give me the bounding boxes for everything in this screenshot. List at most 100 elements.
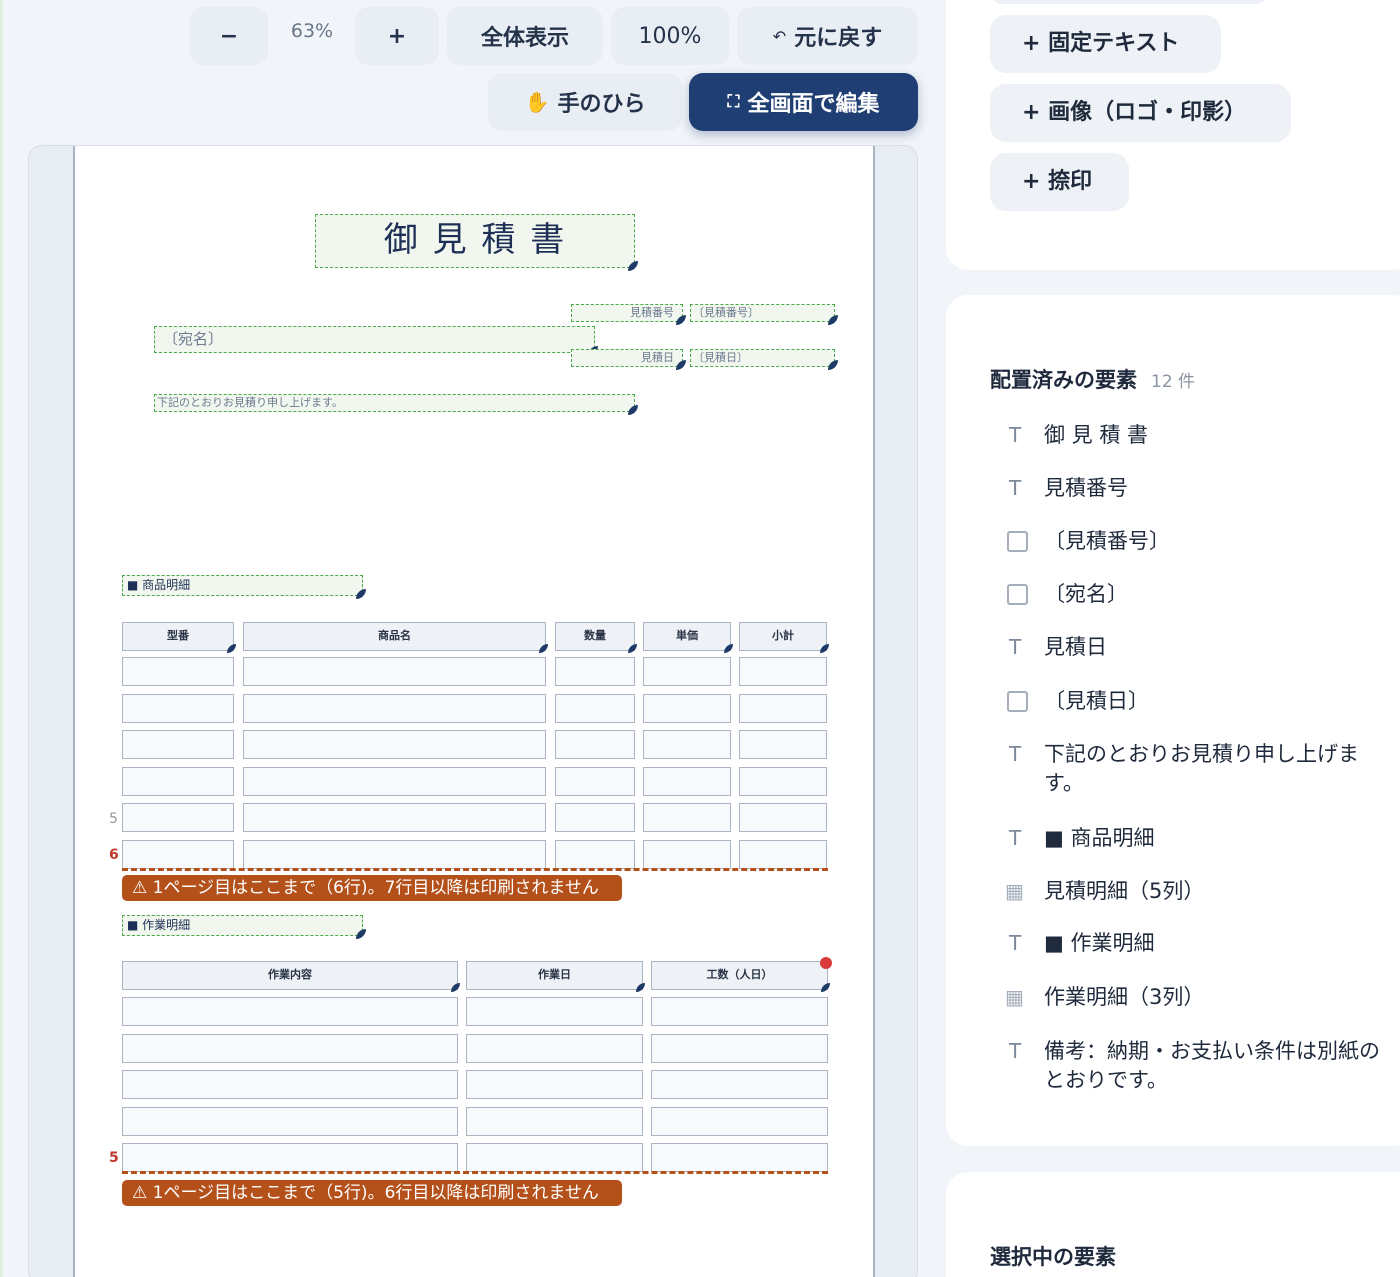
- table1-cell[interactable]: [555, 803, 635, 832]
- placed-element-item[interactable]: T御 見 積 書: [1003, 421, 1388, 450]
- resize-handle[interactable]: [820, 644, 829, 653]
- resize-handle[interactable]: [828, 315, 838, 325]
- section1-heading-field[interactable]: ■ 商品明細: [122, 575, 366, 599]
- hand-tool-button[interactable]: ✋ 手のひら: [488, 73, 682, 131]
- table1-cell[interactable]: [739, 839, 827, 869]
- table1-cell[interactable]: [243, 839, 546, 869]
- fit-page-button[interactable]: 全体表示: [447, 7, 603, 65]
- resize-handle[interactable]: [828, 360, 838, 370]
- table1-header-cell[interactable]: 商品名: [243, 622, 548, 653]
- table2-cell[interactable]: [122, 1070, 458, 1099]
- table1-cell[interactable]: [122, 766, 234, 796]
- actual-size-button[interactable]: 100%: [611, 7, 729, 65]
- table1-cell[interactable]: [243, 730, 546, 759]
- table1-cell[interactable]: [243, 766, 546, 796]
- table1-cell[interactable]: [122, 657, 234, 686]
- table2-cell[interactable]: [466, 1143, 643, 1172]
- table1-cell[interactable]: [555, 839, 635, 869]
- table2-cell[interactable]: [466, 1106, 643, 1136]
- placed-element-item[interactable]: 〔宛名〕: [1003, 580, 1388, 613]
- placed-element-item[interactable]: ▦ 作業明細（3列）: [1003, 983, 1388, 1012]
- table1-cell[interactable]: [739, 766, 827, 796]
- resize-handle[interactable]: [539, 644, 548, 653]
- table2-header-cell[interactable]: 作業内容: [122, 961, 460, 992]
- table1-cell[interactable]: [643, 657, 731, 686]
- table2-cell[interactable]: [466, 1033, 643, 1063]
- resize-handle[interactable]: [451, 983, 460, 992]
- table1-cell[interactable]: [555, 693, 635, 723]
- table2-cell[interactable]: [651, 1033, 828, 1063]
- placed-element-item[interactable]: T 備考：納期・お支払い条件は別紙のとおりです。: [1003, 1037, 1388, 1095]
- zoom-out-button[interactable]: −: [190, 7, 268, 65]
- placed-element-item[interactable]: T 見積番号: [1003, 474, 1388, 503]
- table2-cell[interactable]: [466, 1070, 643, 1099]
- table2-cell[interactable]: [651, 1070, 828, 1099]
- table1-header-cell[interactable]: 型番: [122, 622, 236, 653]
- addressee-field[interactable]: 〔宛名〕: [154, 326, 598, 356]
- table1-cell[interactable]: [122, 730, 234, 759]
- placed-element-item[interactable]: T 見積日: [1003, 633, 1388, 662]
- placed-element-item[interactable]: ▦ 見積明細（5列）: [1003, 877, 1388, 906]
- resize-handle[interactable]: [636, 983, 645, 992]
- placed-element-item[interactable]: T ■ 作業明細: [1003, 929, 1388, 958]
- table2-cell[interactable]: [651, 1106, 828, 1136]
- resize-handle[interactable]: [676, 360, 686, 370]
- table1-cell[interactable]: [243, 657, 546, 686]
- table2-cell[interactable]: [651, 997, 828, 1026]
- resize-handle[interactable]: [356, 589, 366, 599]
- greeting-field[interactable]: 下記のとおりお見積り申し上げます。: [154, 394, 638, 415]
- table2-cell[interactable]: [466, 997, 643, 1026]
- date-label-field[interactable]: 見積日: [571, 349, 686, 370]
- table2-cell[interactable]: [651, 1143, 828, 1172]
- table1-header-cell[interactable]: 小計: [739, 622, 829, 653]
- undo-button[interactable]: ↶ 元に戻す: [737, 7, 918, 65]
- table2-cell[interactable]: [122, 1033, 458, 1063]
- table1-cell[interactable]: [243, 803, 546, 832]
- placed-element-item[interactable]: 〔見積番号〕: [1003, 527, 1388, 560]
- date-value-field[interactable]: 〔見積日〕: [690, 349, 838, 370]
- table2-cell[interactable]: [122, 1106, 458, 1136]
- title-field[interactable]: 御 見 積 書: [315, 214, 638, 271]
- estimate-no-value-field[interactable]: 〔見積番号〕: [690, 304, 838, 325]
- table1-cell[interactable]: [555, 730, 635, 759]
- table1-cell[interactable]: [643, 730, 731, 759]
- table1-cell[interactable]: [739, 803, 827, 832]
- table1-cell[interactable]: [122, 803, 234, 832]
- table1-cell[interactable]: [122, 693, 234, 723]
- document-canvas[interactable]: 御 見 積 書 見積番号 〔見積番号〕 〔宛名〕 見積日 〔見積日〕 下記のとお…: [28, 145, 918, 1277]
- add-button-partial[interactable]: [990, 0, 1268, 4]
- table1-cell[interactable]: [739, 657, 827, 686]
- table1-cell[interactable]: [643, 839, 731, 869]
- estimate-no-label-field[interactable]: 見積番号: [571, 304, 686, 325]
- resize-handle[interactable]: [628, 405, 638, 415]
- add-image-button[interactable]: + 画像（ロゴ・印影）: [990, 84, 1291, 142]
- resize-handle[interactable]: [676, 315, 686, 325]
- table1-header-cell[interactable]: 単価: [643, 622, 733, 653]
- add-fixed-text-button[interactable]: + 固定テキスト: [990, 15, 1221, 73]
- add-stamp-button[interactable]: + 捺印: [990, 153, 1129, 211]
- fullscreen-edit-button[interactable]: ⛶ 全画面で編集: [689, 73, 918, 131]
- table1-cell[interactable]: [122, 839, 234, 869]
- table1-cell[interactable]: [643, 803, 731, 832]
- table1-cell[interactable]: [555, 657, 635, 686]
- table1-header-cell[interactable]: 数量: [555, 622, 637, 653]
- table2-header-cell[interactable]: 工数（人日）: [651, 957, 832, 992]
- table1-cell[interactable]: [643, 693, 731, 723]
- resize-handle[interactable]: [628, 261, 638, 271]
- table1-cell[interactable]: [739, 730, 827, 759]
- placed-element-item[interactable]: T ■ 商品明細: [1003, 824, 1388, 853]
- table1-cell[interactable]: [555, 766, 635, 796]
- placed-element-item[interactable]: 〔見積日〕: [1003, 687, 1388, 720]
- resize-handle[interactable]: [628, 644, 637, 653]
- placed-element-item[interactable]: T 下記のとおりお見積り申し上げます。: [1003, 740, 1388, 798]
- section2-heading-field[interactable]: ■ 作業明細: [122, 915, 366, 939]
- table2-cell[interactable]: [122, 997, 458, 1026]
- table2-cell[interactable]: [122, 1143, 458, 1172]
- table1-cell[interactable]: [643, 766, 731, 796]
- delete-marker[interactable]: [820, 957, 832, 969]
- table2-header-cell[interactable]: 作業日: [466, 961, 645, 992]
- resize-handle[interactable]: [227, 644, 236, 653]
- resize-handle[interactable]: [356, 929, 366, 939]
- zoom-in-button[interactable]: +: [355, 7, 439, 65]
- table1-cell[interactable]: [739, 693, 827, 723]
